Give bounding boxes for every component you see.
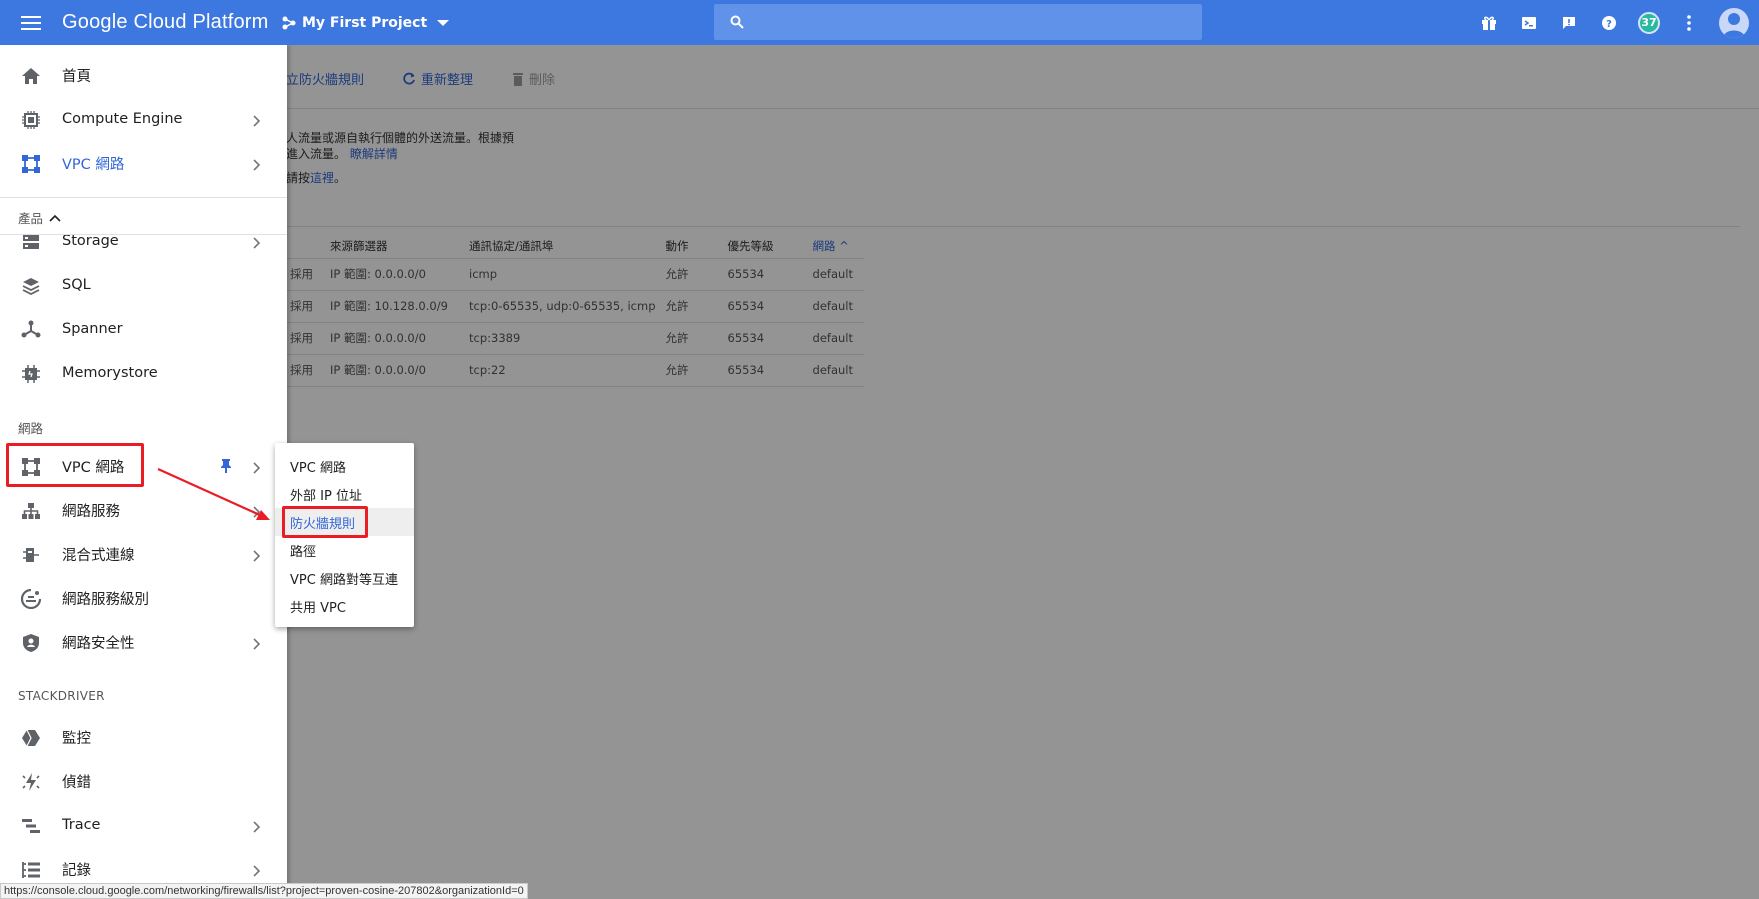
network-services-icon <box>20 500 42 522</box>
vpc-network-icon <box>20 153 42 175</box>
chevron-down-icon <box>437 19 450 26</box>
products-section-header[interactable]: 產品 <box>18 208 61 227</box>
memorystore-icon <box>20 363 42 385</box>
chevron-right-icon <box>253 459 261 478</box>
network-security-icon <box>20 632 42 654</box>
search-icon <box>730 15 744 29</box>
products-section-label: 產品 <box>18 211 44 226</box>
vpc-network-submenu: VPC 網路 外部 IP 位址 防火牆規則 路徑 VPC 網路對等互連 共用 V… <box>275 443 414 627</box>
nav-item-label: Trace <box>62 817 101 833</box>
nav-item-network-tiers[interactable]: 網路服務級別 <box>0 576 287 620</box>
svg-text:?: ? <box>1606 19 1612 30</box>
vpc-network-icon <box>20 456 42 478</box>
monitoring-icon <box>20 727 42 749</box>
hamburger-menu-icon <box>21 15 41 30</box>
navigation-drawer: 首頁 Compute Engine VPC 網路 產品 Storage SQL … <box>0 45 287 899</box>
search-input[interactable] <box>754 7 1202 37</box>
cloud-shell-icon <box>1522 16 1536 29</box>
nav-item-label: 網路安全性 <box>62 635 135 652</box>
stackdriver-section-label: STACKDRIVER <box>18 689 105 703</box>
nav-item-monitoring[interactable]: 監控 <box>0 715 287 759</box>
chevron-up-icon <box>49 214 61 222</box>
nav-item-network-services[interactable]: 網路服務 <box>0 488 287 532</box>
sql-icon <box>20 275 42 297</box>
chevron-right-icon <box>253 156 261 175</box>
home-icon <box>20 65 42 87</box>
nav-item-network-security[interactable]: 網路安全性 <box>0 620 287 664</box>
submenu-item-vpc-peering[interactable]: VPC 網路對等互連 <box>275 564 414 592</box>
nav-item-trace[interactable]: Trace <box>0 803 287 847</box>
nav-item-label: Compute Engine <box>62 111 183 127</box>
compute-engine-icon <box>20 109 42 131</box>
nav-item-vpc-network[interactable]: VPC 網路 <box>0 444 287 488</box>
product-title[interactable]: Google Cloud Platform <box>62 11 282 34</box>
nav-item-label: 網路服務級別 <box>62 591 149 608</box>
submenu-item-vpc-networks[interactable]: VPC 網路 <box>275 452 414 480</box>
hybrid-connectivity-icon <box>20 544 42 566</box>
nav-item-label: 監控 <box>62 730 91 747</box>
nav-item-label: Memorystore <box>62 365 158 381</box>
nav-item-sql[interactable]: SQL <box>0 263 287 307</box>
nav-item-label: Spanner <box>62 321 123 337</box>
nav-item-label: VPC 網路 <box>62 459 125 476</box>
chevron-right-icon <box>253 235 261 253</box>
gift-button[interactable] <box>1469 0 1509 45</box>
submenu-item-routes[interactable]: 路徑 <box>275 536 414 564</box>
feedback-icon <box>1563 16 1575 29</box>
notifications-button[interactable]: 37 <box>1629 0 1669 45</box>
nav-item-vpc-network-pinned[interactable]: VPC 網路 <box>0 141 287 185</box>
account-button[interactable] <box>1709 0 1759 45</box>
nav-item-hybrid-connectivity[interactable]: 混合式連線 <box>0 532 287 576</box>
gift-icon <box>1482 16 1496 30</box>
nav-item-spanner[interactable]: Spanner <box>0 307 287 351</box>
debugger-icon <box>20 771 42 793</box>
status-bar-url: https://console.cloud.google.com/network… <box>0 883 528 899</box>
chevron-right-icon <box>253 112 261 131</box>
submenu-item-external-ip[interactable]: 外部 IP 位址 <box>275 480 414 508</box>
network-tiers-icon <box>20 588 42 610</box>
chevron-right-icon <box>253 862 261 881</box>
nav-item-label: Storage <box>62 233 119 249</box>
project-name: My First Project <box>302 14 428 31</box>
feedback-button[interactable] <box>1549 0 1589 45</box>
network-section-label: 網路 <box>18 421 44 436</box>
more-vert-icon <box>1687 14 1691 31</box>
nav-item-label: 網路服務 <box>62 503 120 520</box>
account-icon <box>1719 7 1749 38</box>
logging-icon <box>20 859 42 881</box>
nav-item-label: VPC 網路 <box>62 156 125 173</box>
spanner-icon <box>20 319 42 341</box>
chevron-right-icon <box>253 818 261 837</box>
nav-item-label: 記錄 <box>62 862 91 879</box>
top-bar-actions: ? 37 <box>1469 0 1759 45</box>
nav-item-label: 首頁 <box>62 68 91 85</box>
section-divider <box>0 234 287 235</box>
main-menu-button[interactable] <box>0 0 62 45</box>
trace-icon <box>20 815 42 837</box>
nav-item-debugger[interactable]: 偵錯 <box>0 759 287 803</box>
pin-icon[interactable] <box>220 458 232 478</box>
nav-item-label: 偵錯 <box>62 774 91 791</box>
top-app-bar: Google Cloud Platform My First Project ?… <box>0 0 1759 45</box>
more-options-button[interactable] <box>1669 0 1709 45</box>
nav-item-memorystore[interactable]: Memorystore <box>0 351 287 395</box>
notification-count-badge: 37 <box>1638 11 1660 34</box>
chevron-right-icon <box>253 547 261 566</box>
help-button[interactable]: ? <box>1589 0 1629 45</box>
submenu-item-firewall-rules[interactable]: 防火牆規則 <box>275 508 414 536</box>
chevron-right-icon <box>253 635 261 654</box>
section-divider <box>0 197 287 198</box>
search-bar[interactable] <box>714 4 1202 40</box>
chevron-right-icon <box>253 503 261 522</box>
nav-item-label: SQL <box>62 277 91 293</box>
project-tree-icon <box>282 16 296 29</box>
help-icon: ? <box>1602 15 1616 30</box>
cloud-shell-button[interactable] <box>1509 0 1549 45</box>
submenu-item-shared-vpc[interactable]: 共用 VPC <box>275 592 414 620</box>
nav-item-label: 混合式連線 <box>62 547 135 564</box>
nav-item-home[interactable]: 首頁 <box>0 53 287 97</box>
nav-item-compute-engine[interactable]: Compute Engine <box>0 97 287 141</box>
project-selector[interactable]: My First Project <box>282 14 450 31</box>
